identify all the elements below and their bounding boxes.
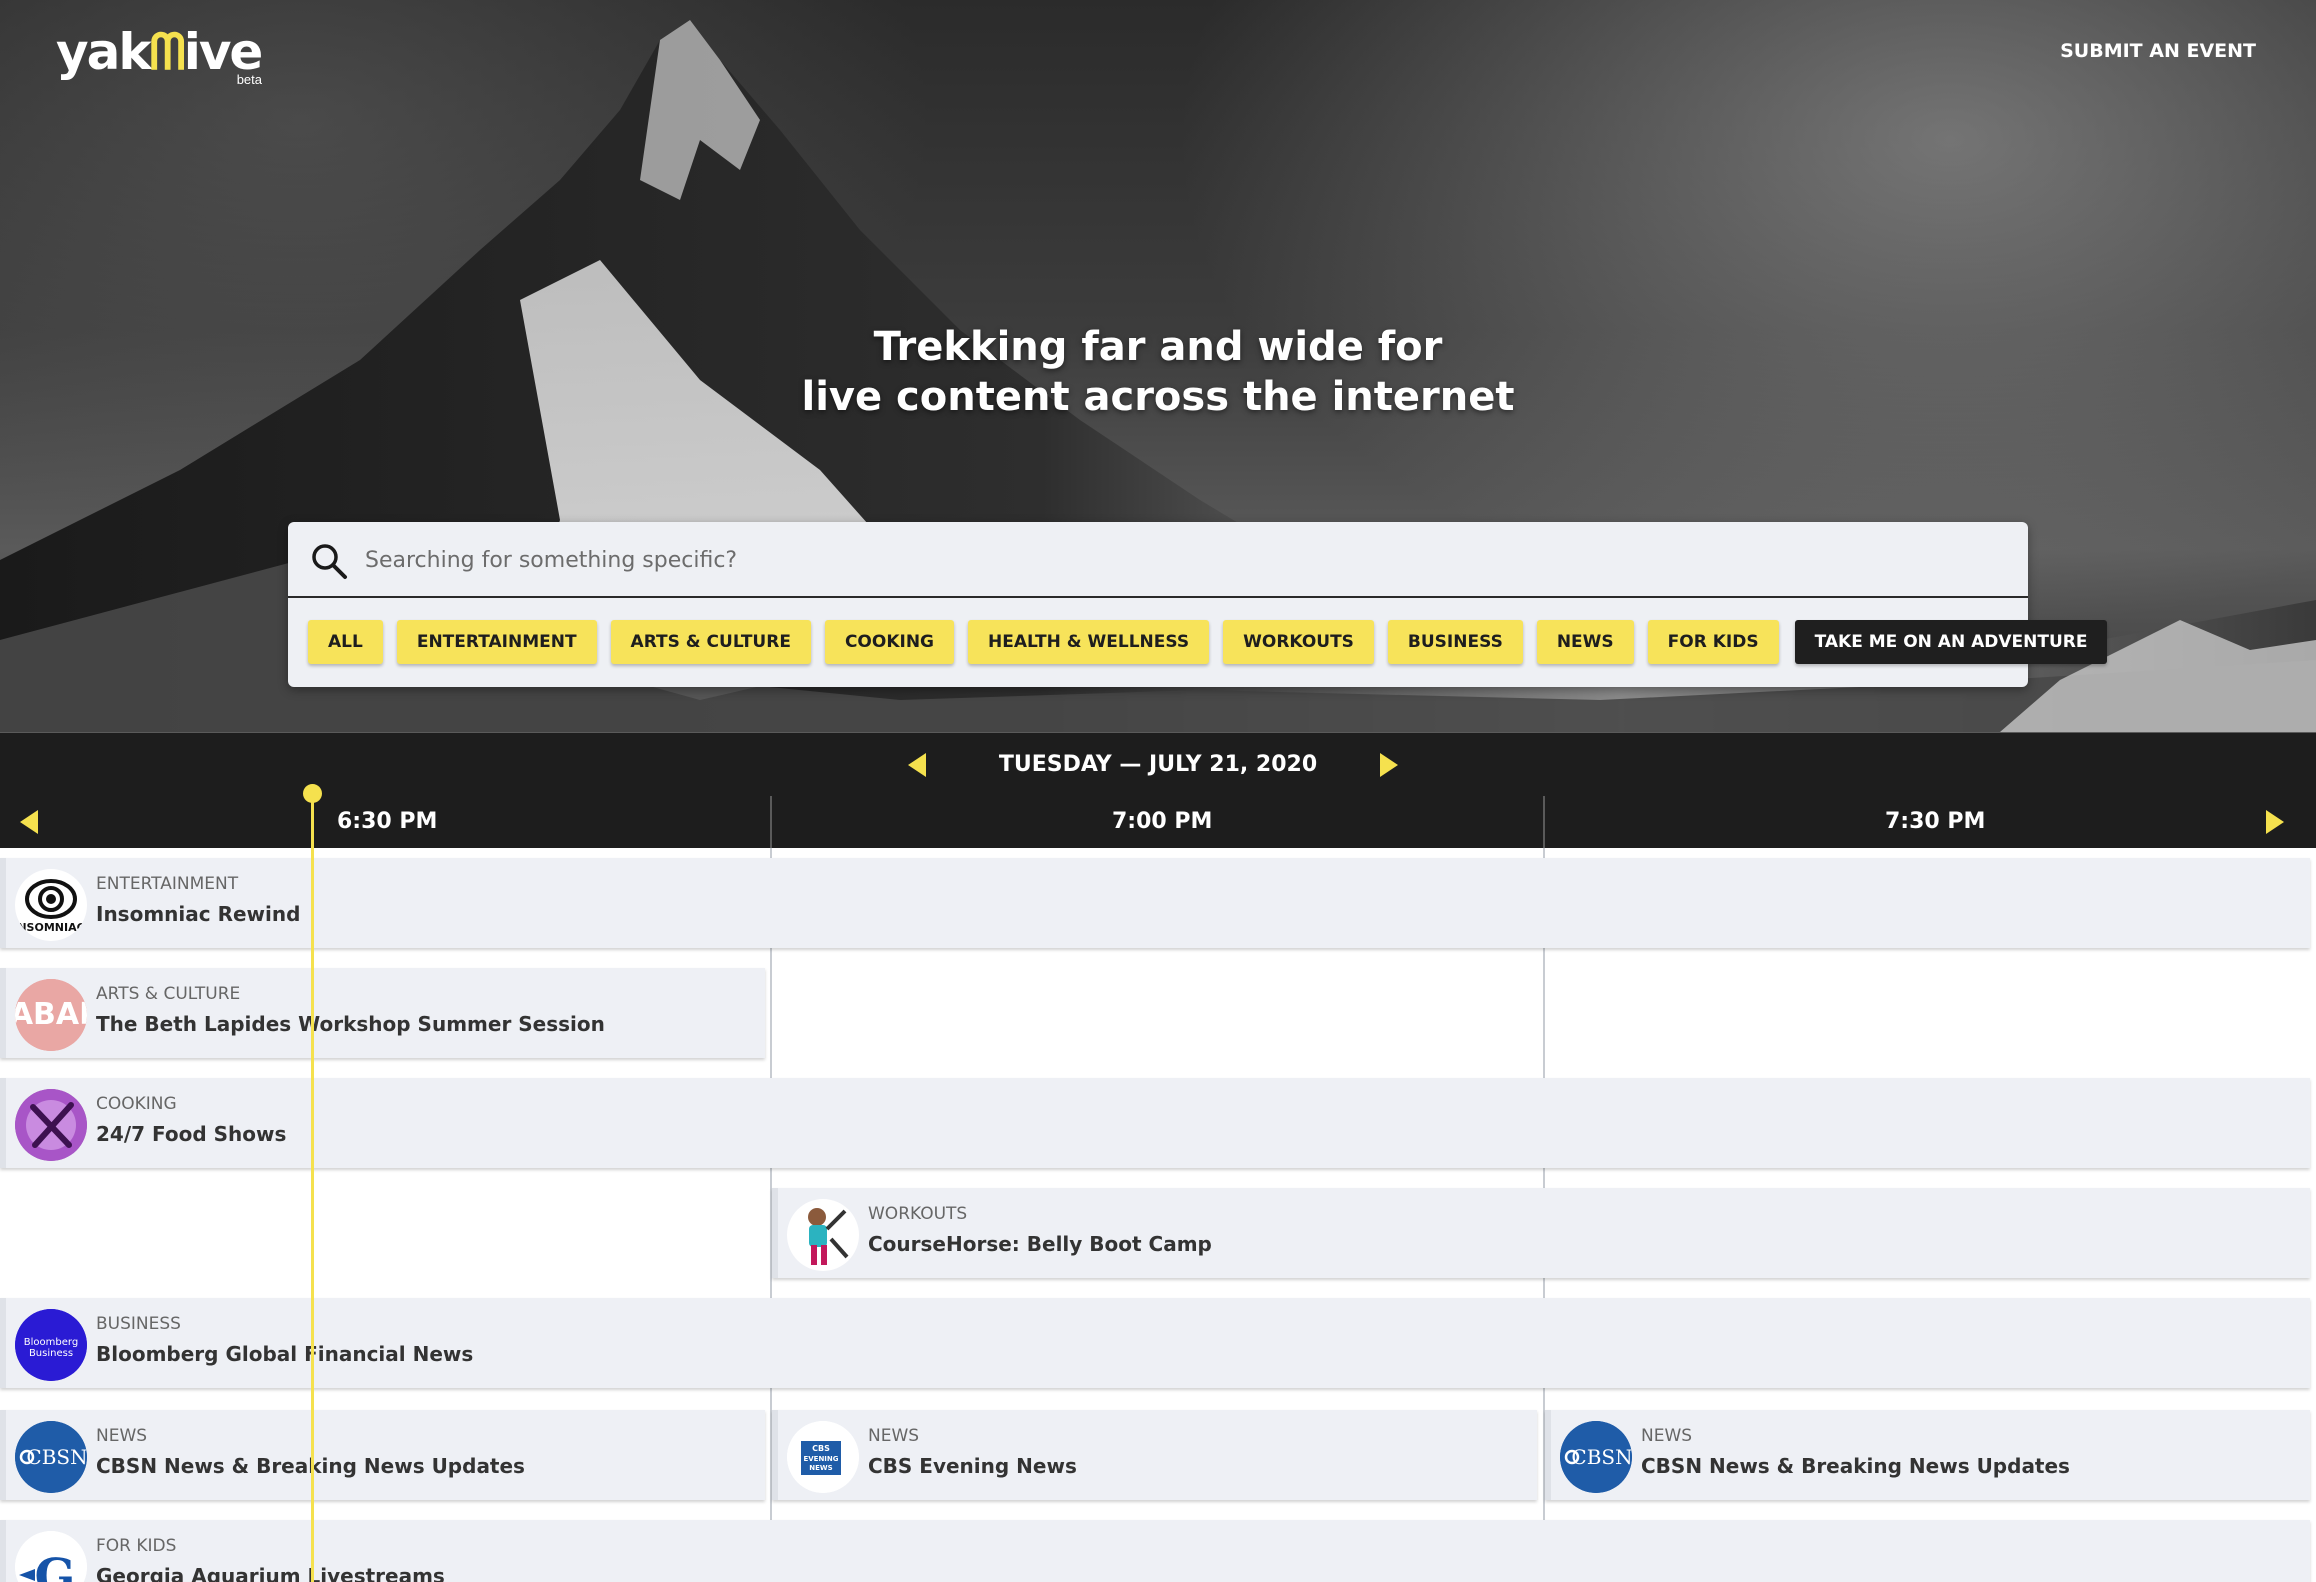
- event-card[interactable]: COOKING 24/7 Food Shows: [0, 1078, 2310, 1168]
- column-divider: [1543, 796, 1545, 848]
- svg-text:CBSN: CBSN: [1571, 1445, 1632, 1469]
- headline-line-2: live content across the internet: [801, 374, 1515, 420]
- column-divider: [770, 796, 772, 848]
- chip-news[interactable]: NEWS: [1536, 620, 1634, 664]
- event-category: NEWS: [1641, 1426, 1693, 1446]
- event-category: WORKOUTS: [868, 1204, 968, 1224]
- svg-text:CABAR: CABAR: [15, 997, 87, 1032]
- hero-banner: yakᗰive beta SUBMIT AN EVENT Trekking fa…: [0, 0, 2316, 732]
- event-card[interactable]: CABAR ARTS & CULTURE The Beth Lapides Wo…: [0, 968, 765, 1058]
- search-input[interactable]: [363, 534, 2003, 586]
- chip-arts-culture[interactable]: ARTS & CULTURE: [610, 620, 811, 664]
- earlier-time-arrow-icon[interactable]: [20, 810, 38, 834]
- time-slot-label: 7:30 PM: [1885, 809, 1986, 834]
- insomniac-logo-icon: NSOMNIAC: [15, 869, 87, 941]
- chip-health-wellness[interactable]: HEALTH & WELLNESS: [968, 620, 1210, 664]
- event-card[interactable]: CBSN NEWS CBSN News & Breaking News Upda…: [1545, 1410, 2310, 1500]
- fork-knife-icon: [15, 1089, 87, 1161]
- event-card[interactable]: G FOR KIDS Georgia Aquarium Livestreams: [0, 1520, 2310, 1582]
- yak-hair-icon: ᗰ: [149, 23, 186, 81]
- chip-for-kids[interactable]: FOR KIDS: [1647, 620, 1779, 664]
- chip-all[interactable]: ALL: [308, 620, 383, 664]
- chip-entertainment[interactable]: ENTERTAINMENT: [396, 620, 597, 664]
- chip-cooking[interactable]: COOKING: [824, 620, 954, 664]
- event-category: COOKING: [96, 1094, 177, 1114]
- event-title: CBSN News & Breaking News Updates: [1641, 1454, 2070, 1478]
- event-category: ENTERTAINMENT: [96, 874, 239, 894]
- logo-wordmark: yakᗰive: [56, 23, 263, 81]
- headline-line-1: Trekking far and wide for: [873, 324, 1443, 370]
- current-date-label: TUESDAY — JULY 21, 2020: [998, 752, 1318, 777]
- search-panel: ALL ENTERTAINMENT ARTS & CULTURE COOKING…: [288, 522, 2108, 687]
- search-icon: [312, 544, 347, 579]
- cbsn-logo-icon: CBSN: [15, 1421, 87, 1493]
- event-category: FOR KIDS: [96, 1536, 177, 1556]
- event-category: NEWS: [868, 1426, 920, 1446]
- current-time-marker-dot: [303, 784, 322, 803]
- submit-event-link[interactable]: SUBMIT AN EVENT: [2060, 40, 2256, 62]
- svg-text:CBSN: CBSN: [26, 1445, 87, 1469]
- time-slot-label: 7:00 PM: [1112, 809, 1213, 834]
- category-filter-chips: ALL ENTERTAINMENT ARTS & CULTURE COOKING…: [308, 620, 2108, 664]
- cbsn-logo-icon: CBSN: [1560, 1421, 1632, 1493]
- event-category: ARTS & CULTURE: [96, 984, 241, 1004]
- event-title: 24/7 Food Shows: [96, 1122, 287, 1146]
- svg-text:NEWS: NEWS: [809, 1464, 832, 1472]
- next-day-arrow-icon[interactable]: [1380, 753, 1398, 777]
- svg-text:Bloomberg: Bloomberg: [24, 1337, 78, 1348]
- event-category: BUSINESS: [96, 1314, 181, 1334]
- current-time-indicator-line: [311, 794, 314, 1582]
- georgia-aquarium-logo-icon: G: [15, 1531, 87, 1582]
- adventure-button[interactable]: TAKE ME ON AN ADVENTURE: [1794, 620, 2108, 664]
- workout-figure-icon: [787, 1199, 859, 1271]
- svg-text:G: G: [35, 1549, 76, 1582]
- event-card[interactable]: CBS EVENING NEWS NEWS CBS Evening News: [772, 1410, 1537, 1500]
- cabaret-logo-icon: CABAR: [15, 979, 87, 1051]
- chip-workouts[interactable]: WORKOUTS: [1223, 620, 1374, 664]
- time-slot-label: 6:30 PM: [337, 809, 438, 834]
- svg-text:CBS: CBS: [812, 1444, 830, 1453]
- event-title: Insomniac Rewind: [96, 902, 301, 926]
- date-navigation-bar: TUESDAY — JULY 21, 2020: [0, 732, 2316, 796]
- logo-beta-tag: beta: [236, 72, 262, 87]
- hero-headline: Trekking far and wide for live content a…: [0, 322, 2316, 422]
- event-title: CourseHorse: Belly Boot Camp: [868, 1232, 1212, 1256]
- schedule-grid: NSOMNIAC ENTERTAINMENT Insomniac Rewind …: [0, 848, 2316, 1582]
- yaklive-logo[interactable]: yakᗰive beta: [56, 22, 266, 88]
- svg-text:EVENING: EVENING: [803, 1455, 838, 1463]
- cbs-evening-news-logo-icon: CBS EVENING NEWS: [787, 1421, 859, 1493]
- chip-business[interactable]: BUSINESS: [1387, 620, 1523, 664]
- svg-text:NSOMNIAC: NSOMNIAC: [17, 921, 84, 934]
- event-category: NEWS: [96, 1426, 148, 1446]
- svg-text:Business: Business: [29, 1348, 73, 1359]
- search-row: [288, 522, 2028, 598]
- event-card[interactable]: WORKOUTS CourseHorse: Belly Boot Camp: [772, 1188, 2310, 1278]
- event-title: The Beth Lapides Workshop Summer Session: [96, 1012, 605, 1036]
- event-title: Georgia Aquarium Livestreams: [96, 1564, 445, 1582]
- bloomberg-logo-icon: Bloomberg Business: [15, 1309, 87, 1381]
- event-card[interactable]: Bloomberg Business BUSINESS Bloomberg Gl…: [0, 1298, 2310, 1388]
- later-time-arrow-icon[interactable]: [2266, 810, 2284, 834]
- timeline-header: 6:30 PM 7:00 PM 7:30 PM: [0, 796, 2316, 848]
- event-title: CBS Evening News: [868, 1454, 1077, 1478]
- event-card[interactable]: NSOMNIAC ENTERTAINMENT Insomniac Rewind: [0, 858, 2310, 948]
- event-card[interactable]: CBSN NEWS CBSN News & Breaking News Upda…: [0, 1410, 765, 1500]
- event-title: Bloomberg Global Financial News: [96, 1342, 474, 1366]
